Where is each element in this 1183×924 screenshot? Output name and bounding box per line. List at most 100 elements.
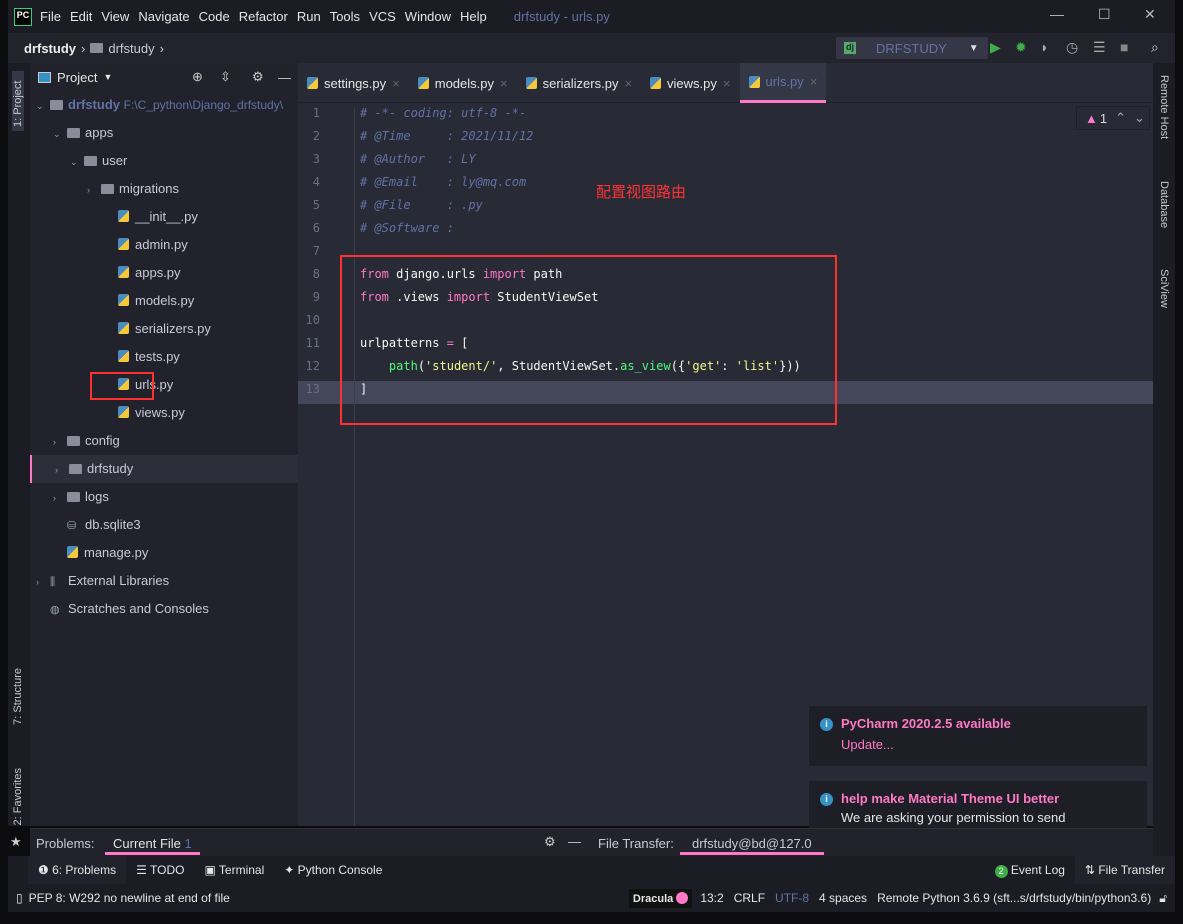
concurrency-icon[interactable]: ☰ bbox=[1093, 39, 1106, 56]
tree-item[interactable]: views.py bbox=[30, 399, 298, 427]
toggle-tool-windows-icon[interactable]: ▯ bbox=[16, 891, 23, 905]
breadcrumb-folder[interactable]: drfstudy bbox=[108, 41, 154, 56]
caret-position[interactable]: 13:2 bbox=[700, 891, 723, 905]
todo-tool-button[interactable]: ☰ TODO bbox=[126, 856, 194, 884]
file-highlight-box bbox=[90, 372, 154, 400]
menu-window[interactable]: Window bbox=[405, 9, 451, 24]
close-tab-icon[interactable]: × bbox=[810, 74, 818, 89]
tree-item[interactable]: › config bbox=[30, 427, 298, 455]
tab-views-py[interactable]: views.py × bbox=[641, 63, 739, 103]
run-config-select[interactable]: dj DRFSTUDY ▼ bbox=[836, 37, 988, 59]
line-separator[interactable]: CRLF bbox=[734, 891, 765, 905]
gear-icon[interactable]: ⚙ bbox=[544, 834, 556, 850]
remote-host-tool-button[interactable]: Remote Host bbox=[1158, 75, 1170, 139]
close-icon[interactable]: ✕ bbox=[1144, 6, 1156, 23]
tree-item[interactable]: __init__.py bbox=[30, 203, 298, 231]
menu-file[interactable]: File bbox=[40, 9, 61, 24]
tree-item[interactable]: › migrations bbox=[30, 175, 298, 203]
tree-item[interactable]: tests.py bbox=[30, 343, 298, 371]
debug-icon[interactable]: ✹ bbox=[1015, 39, 1027, 56]
project-view-select[interactable]: Project bbox=[57, 70, 97, 85]
profile-icon[interactable]: ◷ bbox=[1066, 39, 1078, 56]
tab-current-file[interactable]: Current File 1 bbox=[105, 829, 200, 855]
indent-setting[interactable]: 4 spaces bbox=[819, 891, 867, 905]
code-line[interactable]: # @Software : bbox=[360, 221, 454, 235]
chevron-icon[interactable]: › bbox=[55, 456, 69, 484]
code-line[interactable]: # -*- coding: utf-8 -*- bbox=[360, 106, 526, 120]
close-tab-icon[interactable]: × bbox=[392, 76, 400, 91]
database-tool-button[interactable]: Database bbox=[1158, 181, 1170, 228]
inspection-widget[interactable]: ▲ 1 ⌃ ⌄ bbox=[1076, 106, 1150, 130]
update-link[interactable]: Update... bbox=[841, 737, 1135, 752]
tree-item[interactable]: models.py bbox=[30, 287, 298, 315]
minimize-icon[interactable]: — bbox=[1050, 6, 1064, 22]
lock-icon[interactable]: 🔓︎ bbox=[1159, 891, 1167, 906]
breadcrumb-root[interactable]: drfstudy bbox=[24, 41, 76, 56]
chevron-icon[interactable]: › bbox=[36, 568, 50, 596]
terminal-tool-button[interactable]: ▣ Terminal bbox=[194, 856, 274, 884]
structure-tool-button[interactable]: 7: Structure bbox=[12, 668, 24, 725]
next-highlight-icon[interactable]: ⌄ bbox=[1134, 110, 1145, 126]
tree-item[interactable]: admin.py bbox=[30, 231, 298, 259]
tree-item[interactable]: ⛁ db.sqlite3 bbox=[30, 511, 298, 539]
interpreter[interactable]: Remote Python 3.6.9 (sft...s/drfstudy/bi… bbox=[877, 891, 1151, 905]
search-icon[interactable]: ⌕ bbox=[1151, 39, 1159, 56]
tree-item[interactable]: manage.py bbox=[30, 539, 298, 567]
chevron-icon[interactable]: › bbox=[87, 176, 101, 204]
tree-item[interactable]: ⌄ user bbox=[30, 147, 298, 175]
code-line[interactable]: # @File : .py bbox=[360, 198, 483, 212]
menu-run[interactable]: Run bbox=[297, 9, 321, 24]
menu-navigate[interactable]: Navigate bbox=[138, 9, 189, 24]
hide-icon[interactable]: — bbox=[568, 834, 581, 849]
tree-root[interactable]: ⌄ drfstudy F:\C_python\Django_drfstudy\ bbox=[30, 91, 298, 119]
menu-tools[interactable]: Tools bbox=[330, 9, 360, 24]
chevron-icon[interactable]: › bbox=[53, 428, 67, 456]
tab-file-transfer-server[interactable]: drfstudy@bd@127.0 bbox=[680, 829, 824, 855]
tab-urls-py[interactable]: urls.py × bbox=[739, 63, 827, 103]
code-line[interactable]: # @Author : LY bbox=[360, 152, 476, 166]
maximize-icon[interactable]: ☐ bbox=[1098, 6, 1111, 23]
chevron-icon[interactable]: › bbox=[53, 484, 67, 512]
menu-vcs[interactable]: VCS bbox=[369, 9, 396, 24]
menu-edit[interactable]: Edit bbox=[70, 9, 92, 24]
tab-serializers-py[interactable]: serializers.py × bbox=[517, 63, 641, 103]
close-tab-icon[interactable]: × bbox=[723, 76, 731, 91]
tree-item[interactable]: serializers.py bbox=[30, 315, 298, 343]
file-encoding[interactable]: UTF-8 bbox=[775, 891, 809, 905]
tree-item[interactable]: › logs bbox=[30, 483, 298, 511]
previous-highlight-icon[interactable]: ⌃ bbox=[1115, 110, 1126, 126]
tree-item[interactable]: ◍ Scratches and Consoles bbox=[30, 595, 298, 623]
problems-tool-button[interactable]: ❶ 6: Problems bbox=[28, 856, 127, 884]
tree-item[interactable]: › ⫼ External Libraries bbox=[30, 567, 298, 595]
code-line[interactable]: # @Email : ly@mq.com bbox=[360, 175, 526, 189]
tree-item[interactable]: ⌄ apps bbox=[30, 119, 298, 147]
tab-models-py[interactable]: models.py × bbox=[409, 63, 517, 103]
tab-settings-py[interactable]: settings.py × bbox=[298, 63, 409, 103]
file-transfer-button[interactable]: ⇅ File Transfer bbox=[1074, 856, 1175, 884]
close-tab-icon[interactable]: × bbox=[624, 76, 632, 91]
event-log-button[interactable]: 2 Event Log bbox=[985, 856, 1075, 884]
favorites-tool-button[interactable]: 2: Favorites bbox=[12, 768, 24, 825]
chevron-icon[interactable]: ⌄ bbox=[53, 120, 67, 148]
gear-icon[interactable]: ⚙ bbox=[252, 69, 264, 85]
chevron-icon[interactable]: ⌄ bbox=[70, 148, 84, 176]
theme-badge[interactable]: Dracula bbox=[628, 888, 693, 908]
menu-code[interactable]: Code bbox=[199, 9, 230, 24]
project-tool-button[interactable]: 1: Project bbox=[12, 71, 24, 131]
collapse-all-icon[interactable]: ⇳ bbox=[220, 69, 231, 85]
code-line[interactable]: # @Time : 2021/11/12 bbox=[360, 129, 533, 143]
tree-item[interactable]: › drfstudy bbox=[30, 455, 298, 483]
coverage-icon[interactable]: ◗ bbox=[1040, 39, 1048, 55]
hide-icon[interactable]: — bbox=[278, 70, 291, 85]
sciview-tool-button[interactable]: SciView bbox=[1158, 269, 1170, 308]
stop-icon[interactable]: ■ bbox=[1120, 39, 1128, 55]
menu-view[interactable]: View bbox=[101, 9, 129, 24]
run-icon[interactable]: ▶ bbox=[990, 39, 1001, 56]
menu-help[interactable]: Help bbox=[460, 9, 487, 24]
close-tab-icon[interactable]: × bbox=[500, 76, 508, 91]
tree-item[interactable]: urls.py bbox=[30, 371, 298, 399]
python-console-tool-button[interactable]: ✦ Python Console bbox=[274, 856, 392, 884]
tree-item[interactable]: apps.py bbox=[30, 259, 298, 287]
locate-icon[interactable]: ⊕ bbox=[192, 69, 203, 85]
menu-refactor[interactable]: Refactor bbox=[239, 9, 288, 24]
